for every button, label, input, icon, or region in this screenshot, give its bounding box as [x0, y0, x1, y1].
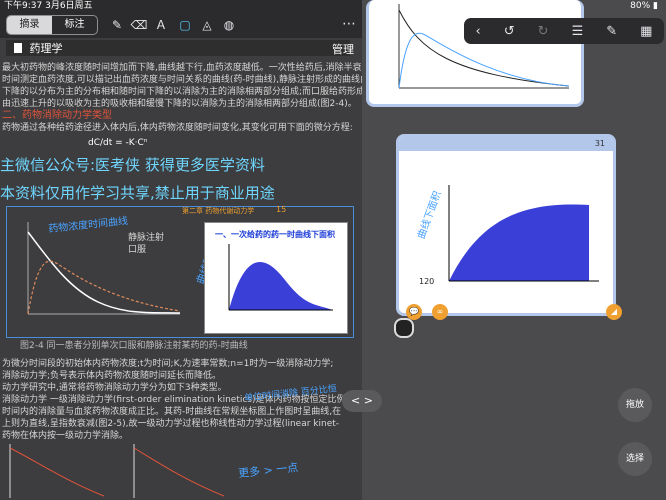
annotation-toolbar: 摘录 标注 ✎ ⌫ Ａ ▢ ◬ ◍ ⋯	[0, 12, 362, 38]
book-icon	[14, 43, 22, 53]
legend-oral: 口服	[128, 245, 147, 255]
more-icon[interactable]: ⋯	[342, 16, 356, 32]
auc-diagram	[228, 244, 333, 311]
watermark-line-1: 主微信公众号:医考侠 获得更多医学资料	[0, 156, 265, 174]
bottom-charts	[9, 444, 225, 498]
seg-annotate[interactable]: 标注	[52, 16, 97, 34]
note-card-31[interactable]: 31 120 曲线下面积	[396, 134, 616, 316]
watermark-line-2: 本资料仅用作学习共享,禁止用于商业用途	[0, 184, 275, 202]
back-icon[interactable]: ‹	[476, 24, 481, 39]
notes-pane[interactable]: ‹ ↺ ↻ ☰ ✎ ▦ 31 120 曲线下面积 💬 ∞ ◢ 拖放 选择	[362, 0, 666, 500]
body-text: 药物通过各种给药途径进入体内后,体内药物浓度随时间变化,其变化可用下面的微分方程…	[2, 123, 353, 133]
list-icon[interactable]: ☰	[572, 24, 584, 39]
status-bar: 下午9:37 3月6日周五 80% ▮	[0, 0, 666, 12]
status-time: 下午9:37 3月6日周五	[4, 1, 93, 11]
split-view-handle[interactable]: < >	[342, 390, 382, 412]
undo-icon[interactable]: ↺	[504, 24, 515, 39]
cursor-icon	[394, 318, 414, 338]
mode-segmented-control[interactable]: 摘录 标注	[6, 15, 98, 35]
slide-title: 一、一次给药的药一时曲线下面积	[215, 230, 335, 239]
navigation-toolbar: ‹ ↺ ↻ ☰ ✎ ▦	[464, 18, 664, 44]
edit-icon[interactable]: ✎	[606, 24, 617, 39]
slide-page-number: 15	[276, 205, 287, 214]
link-icon[interactable]: ∞	[432, 304, 448, 320]
palette-icon[interactable]: ◍	[220, 16, 238, 34]
lasso-icon[interactable]: ▢	[176, 16, 194, 34]
embedded-slide: 一、一次给药的药一时曲线下面积	[204, 222, 348, 334]
chart-thumbnail	[398, 4, 570, 89]
book-header: 药理学 管理	[6, 40, 354, 56]
card-page-number: 31	[594, 139, 605, 148]
auc-thumbnail	[448, 185, 599, 282]
axis-label: 120	[419, 277, 435, 286]
figure-caption: 图2-4 同一患者分别单次口服和静脉注射某药的药-时曲线	[20, 341, 248, 351]
slide-header: 第二章 药物代谢动力学	[182, 207, 255, 215]
manage-button[interactable]: 管理	[332, 41, 354, 57]
pen-icon[interactable]: ✎	[108, 16, 126, 34]
equation: dC/dt = -K·Cⁿ	[88, 138, 148, 148]
note-card[interactable]	[366, 0, 584, 107]
shape-icon[interactable]: ◬	[198, 16, 216, 34]
drag-drop-button[interactable]: 拖放	[618, 388, 652, 422]
document-pane: 摘录 标注 ✎ ⌫ Ａ ▢ ◬ ◍ ⋯ 药理学 管理 最大初药物的峰浓度随时间增…	[0, 0, 362, 500]
section-title: 二、药物消除动力学类型	[2, 110, 112, 121]
redo-icon[interactable]: ↻	[538, 24, 549, 39]
seg-excerpt[interactable]: 摘录	[7, 16, 52, 34]
grid-icon[interactable]: ▦	[640, 24, 652, 39]
highlighter-icon[interactable]: Ａ	[152, 16, 170, 34]
select-button[interactable]: 选择	[618, 442, 652, 476]
eraser-icon[interactable]: ⌫	[130, 16, 148, 34]
battery-indicator: 80% ▮	[630, 1, 658, 11]
resize-icon[interactable]: ◢	[606, 304, 622, 320]
book-title: 药理学	[29, 42, 63, 55]
